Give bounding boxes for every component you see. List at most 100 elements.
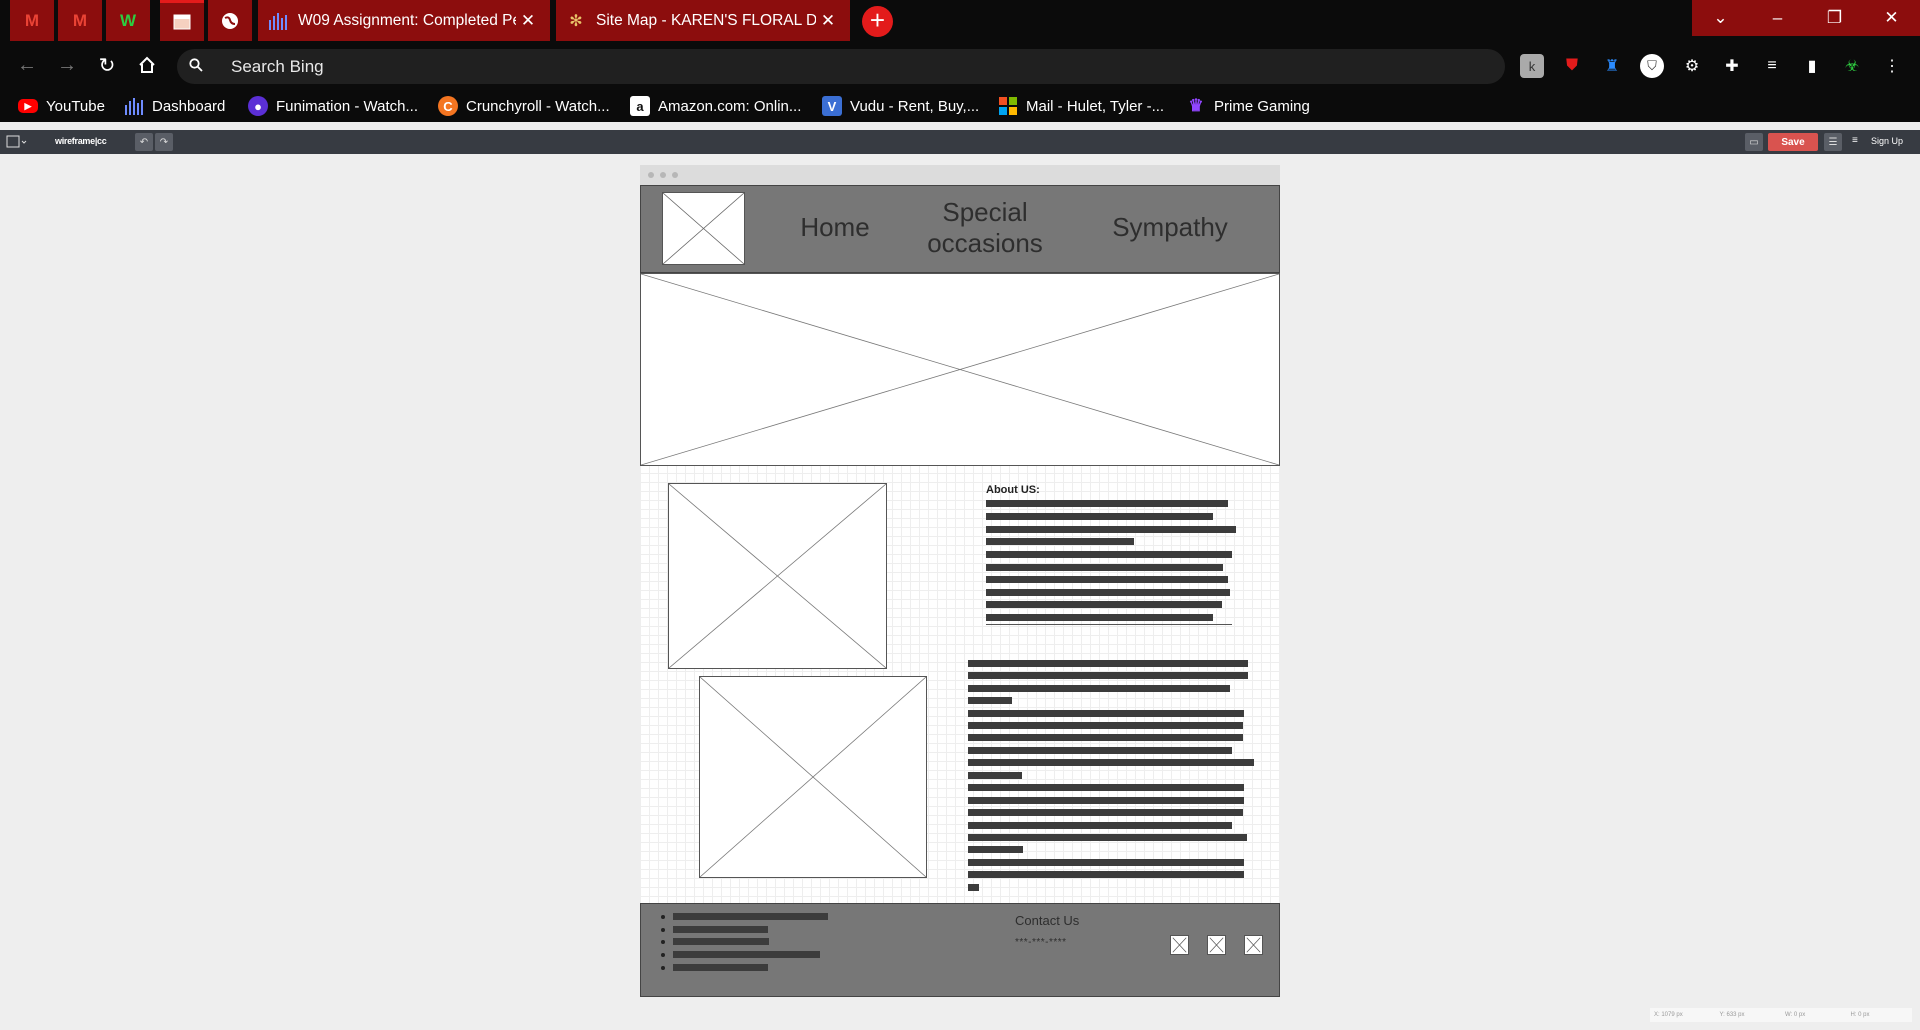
social-icon-placeholder-1[interactable] [1170,935,1189,955]
bookmark-dashboard[interactable]: Dashboard [124,95,225,117]
arrow-left-icon: ← [17,53,37,76]
tab-globe[interactable] [208,0,252,41]
page-size-dropdown[interactable] [6,135,28,149]
home-button[interactable] [132,50,162,80]
content-image-placeholder-2[interactable] [699,676,927,878]
text-line [986,526,1236,533]
content-image-placeholder-1[interactable] [668,483,887,669]
search-icon [189,57,213,76]
tab-w[interactable]: W [106,0,150,41]
extension-k-icon[interactable]: k [1520,54,1544,78]
text-line [968,859,1244,866]
back-button[interactable]: ← [12,50,42,80]
extension-privacy-icon[interactable]: ⛉ [1640,54,1664,78]
redo-button[interactable]: ↷ [155,133,173,151]
extension-badge-icon[interactable]: ♜ [1600,54,1624,78]
youtube-icon: ▶ [18,99,38,113]
bookmark-funimation[interactable]: ● Funimation - Watch... [248,95,418,117]
list-bullet [661,953,665,957]
wireframe-icon [172,12,192,32]
contact-us-label[interactable]: Contact Us [1015,913,1079,928]
nav-special-occasions[interactable]: Special occasions [915,197,1055,259]
sliders-icon: ☰ [1828,136,1838,148]
nav-sympathy[interactable]: Sympathy [1100,212,1240,243]
close-tab-icon[interactable]: ✕ [516,11,540,31]
tab-title: W09 Assignment: Completed Per [298,11,516,29]
text-line [986,551,1232,558]
bookmark-vudu[interactable]: V Vudu - Rent, Buy,... [822,95,979,117]
extension-shield-red-icon[interactable]: ⛊ [1560,54,1584,78]
undo-icon: ↶ [139,136,149,148]
close-tab-icon[interactable]: ✕ [816,11,840,31]
bookmark-youtube[interactable]: ▶ YouTube [18,95,105,117]
bookmark-label: YouTube [46,97,105,115]
restore-icon: ❐ [1826,8,1843,27]
tab-site-map[interactable]: ✻ Site Map - KAREN'S FLORAL DESI ✕ [556,0,850,41]
menu-icon[interactable]: ≡ [1852,135,1858,146]
about-us-heading[interactable]: About US: [986,484,1040,496]
w-icon: W [119,10,137,30]
bookmark-label: Crunchyroll - Watch... [466,97,610,115]
puzzle-icon[interactable]: ✚ [1720,54,1744,78]
tab-gmail-2[interactable]: M [58,0,102,41]
list-bullet [661,928,665,932]
text-line [968,772,1022,779]
bookmark-label: Amazon.com: Onlin... [658,97,802,115]
tab-w09-assignment[interactable]: W09 Assignment: Completed Per ✕ [258,0,550,41]
search-input[interactable] [231,56,1431,77]
text-line [968,734,1243,741]
list-item [673,951,820,958]
nav-home[interactable]: Home [790,212,880,243]
minimize-button[interactable]: – [1749,0,1806,36]
playlist-icon[interactable]: ≡ [1760,54,1784,78]
nav-special-line1: Special [942,197,1028,227]
minimize-icon: – [1772,8,1783,27]
bookmark-amazon[interactable]: a Amazon.com: Onlin... [630,95,801,117]
gear-icon[interactable]: ⚙ [1680,54,1704,78]
text-line [968,822,1232,829]
contact-phone[interactable]: ***-***-**** [1015,937,1067,948]
restore-button[interactable]: ❐ [1806,0,1863,36]
bookmark-label: Funimation - Watch... [276,97,418,115]
coord-x: X: 1079 px [1654,1012,1683,1018]
redo-icon: ↷ [159,136,169,148]
text-line [968,672,1248,679]
tab-gmail-1[interactable]: M [10,0,54,41]
gmail-icon: M [24,10,40,30]
frame-dot [672,172,678,178]
bookmark-crunchyroll[interactable]: C Crunchyroll - Watch... [438,95,610,117]
close-icon: ✕ [1884,8,1899,27]
frame-dot [660,172,666,178]
close-window-button[interactable]: ✕ [1863,0,1920,36]
reload-button[interactable]: ↻ [92,50,122,80]
hero-image-placeholder[interactable] [640,273,1280,466]
signup-link[interactable]: Sign Up [1871,136,1903,146]
undo-button[interactable]: ↶ [135,133,153,151]
browser-frame-bar [640,165,1280,185]
tab-title: Site Map - KAREN'S FLORAL DESI [596,11,816,29]
list-item [673,926,768,933]
comment-button[interactable]: ▭ [1745,133,1763,151]
text-line [986,614,1213,621]
biohazard-icon[interactable]: ☣ [1840,54,1864,78]
reload-icon: ↻ [98,54,116,77]
social-icon-placeholder-2[interactable] [1207,935,1226,955]
bookmark-mail[interactable]: Mail - Hulet, Tyler -... [998,95,1164,117]
forward-button[interactable]: → [52,50,82,80]
tab-search-button[interactable]: ⌄ [1692,0,1749,36]
bookmark-prime-gaming[interactable]: ♛ Prime Gaming [1186,95,1309,117]
save-button[interactable]: Save [1768,133,1818,151]
tab-strip: M M W W09 Assignment: Completed Per ✕ ✻ … [0,0,1920,41]
menu-dots-icon[interactable]: ⋮ [1880,54,1904,78]
tab-wireframe[interactable] [160,0,204,41]
arrow-right-icon: → [57,53,77,76]
social-icon-placeholder-3[interactable] [1244,935,1263,955]
logo-image-placeholder[interactable] [662,192,745,265]
address-bar[interactable] [177,49,1505,84]
bookmark-label: Mail - Hulet, Tyler -... [1026,97,1165,115]
sidebar-icon[interactable]: ▮ [1800,54,1824,78]
text-line [968,871,1244,878]
new-tab-button[interactable]: + [862,6,893,37]
settings-button[interactable]: ☰ [1824,133,1842,151]
text-line [986,564,1223,571]
